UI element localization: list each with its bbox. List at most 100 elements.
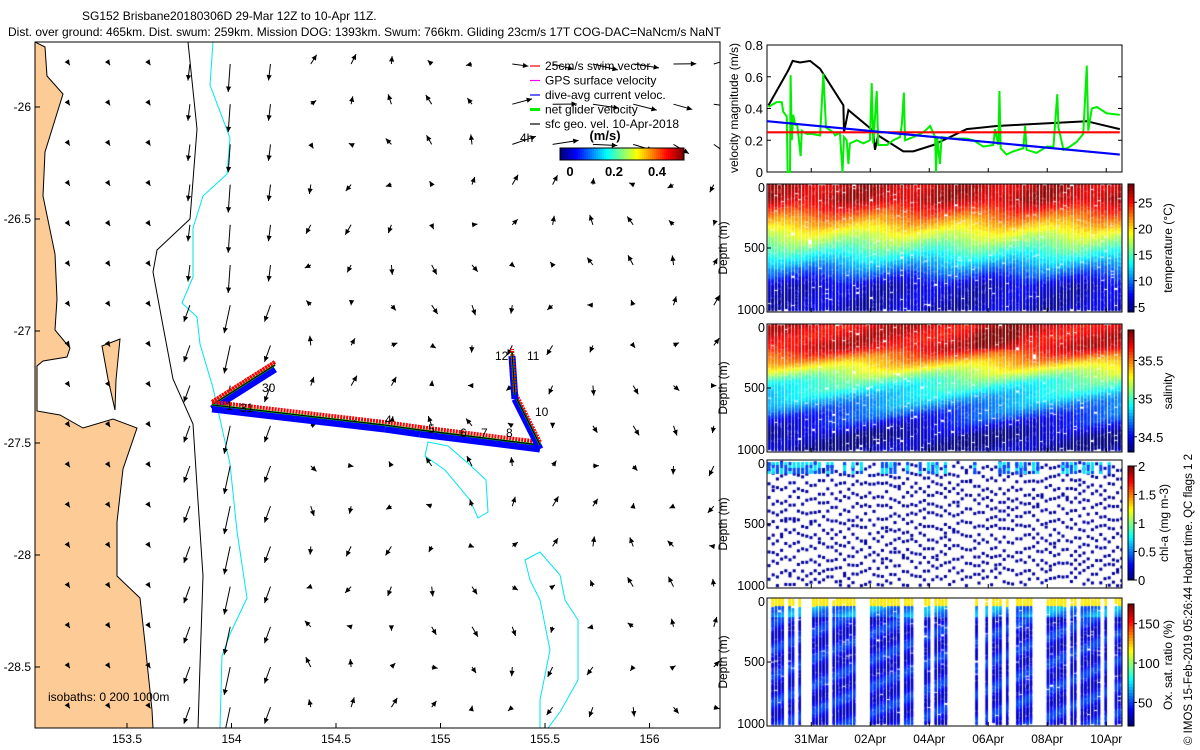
arrow-head: [709, 543, 716, 550]
colorbar-tick: 0.4: [648, 164, 667, 179]
colorbar-cell: [1128, 622, 1134, 626]
depth-tick-label: 0: [758, 181, 765, 195]
velocity-arrow: [185, 104, 192, 121]
velocity-arrow: [345, 546, 352, 557]
colorbar-tick-label: 25: [1138, 195, 1152, 210]
colorbar-cell: [1128, 232, 1134, 236]
colorbar-cell: [1128, 333, 1134, 337]
velocity-arrow: [629, 664, 636, 672]
arrow-head: [263, 476, 269, 483]
arrow-head: [64, 260, 70, 267]
velocity-arrow: [346, 624, 353, 630]
map-legend: 25cm/s swim vectorGPS surface velocitydi…: [530, 59, 679, 131]
velocity-panel: 0 0.2 0.4 0.6 0.8 velocity magnitude (m/s): [727, 38, 1123, 180]
velocity-arrow: [389, 56, 395, 65]
arrow-head: [611, 142, 618, 148]
arrow-head: [627, 622, 634, 629]
velocity-arrow: [348, 142, 355, 148]
velocity-arrow: [263, 425, 271, 443]
colorbar-cell: [1128, 228, 1134, 233]
colorbar-cell: [1128, 668, 1134, 672]
velocity-arrow: [431, 700, 437, 708]
lat-tick-label: -28: [14, 548, 32, 562]
velocity-arrow: [263, 305, 271, 322]
colorbar-cell: [636, 148, 639, 160]
velocity-arrow: [104, 99, 111, 106]
velocity-arrow: [305, 656, 312, 668]
lon-tick-label: 156: [639, 732, 659, 746]
arrow-head: [592, 426, 598, 433]
arrow-head: [64, 179, 70, 186]
velocity-arrow: [589, 580, 595, 587]
colorbar-label: Ox. sat. ratio (%): [1161, 620, 1175, 710]
velocity-arrow: [350, 53, 357, 65]
colorbar-cell: [1128, 251, 1134, 255]
colorbar-cell: [1128, 713, 1134, 718]
velocity-arrow: [391, 342, 398, 348]
colorbar-cell: [1128, 557, 1134, 561]
velocity-arrow: [263, 546, 271, 564]
colorbar-cell: [1128, 406, 1134, 410]
colorbar-cell: [1128, 565, 1134, 570]
arrow-head: [592, 498, 598, 505]
colorbar-cell: [680, 148, 683, 160]
velocity-arrow: [627, 576, 634, 587]
colorbar-cell: [580, 148, 583, 160]
velocity-arrow: [183, 707, 191, 724]
arrow-head: [183, 516, 189, 523]
arrow-head: [183, 396, 189, 403]
colorbar-cell: [1128, 372, 1134, 377]
velocity-arrow: [588, 214, 594, 225]
arrow-head: [145, 179, 151, 186]
arrow-head: [266, 275, 272, 282]
lon-tick-label: 155: [430, 732, 450, 746]
velocity-arrow: [588, 707, 594, 718]
section-panels: 05001000Depth (m)510152025temperature (°…: [716, 168, 1175, 746]
colorbar-cell: [1128, 716, 1134, 721]
colorbar-cell: [1128, 187, 1134, 191]
velocity-arrow: [627, 622, 634, 629]
colorbar-cell: [1128, 289, 1134, 294]
arrow-head: [389, 56, 395, 62]
velocity-arrow: [427, 59, 434, 66]
velocity-axes: [766, 44, 1123, 173]
velocity-arrow: [183, 586, 191, 604]
colorbar-cell: [1128, 348, 1134, 352]
colorbar-cell: [1128, 674, 1134, 678]
velocity-arrow: [630, 299, 636, 306]
velocity-arrow: [471, 264, 479, 273]
colorbar-cell: [676, 148, 679, 160]
arrow-head: [64, 380, 70, 387]
arrow-head: [185, 115, 192, 121]
depth-axis-label: Depth (m): [716, 635, 730, 688]
velocity-arrow: [670, 618, 676, 627]
arrow-head: [669, 503, 676, 509]
velocity-arrow: [145, 501, 151, 508]
arrow-head: [431, 664, 438, 670]
velocity-arrow: [547, 666, 554, 678]
colorbar-cell: [1128, 701, 1134, 706]
arrow-head: [145, 581, 151, 588]
velocity-arrow: [629, 341, 636, 349]
arrow-head: [185, 235, 192, 242]
colorbar-cell: [590, 148, 593, 160]
arrow-head: [306, 583, 313, 589]
velocity-arrow: [222, 465, 231, 495]
velocity-arrow: [713, 704, 720, 710]
arrow-head: [104, 179, 111, 186]
colorbar-cell: [1128, 375, 1134, 380]
colorbar-cell: [1128, 488, 1134, 493]
arrow-head: [225, 247, 232, 253]
colorbar-cell: [650, 148, 653, 160]
velocity-arrow: [266, 184, 272, 202]
arrow-head: [266, 114, 272, 121]
colorbar-cell: [1128, 244, 1134, 249]
velocity-arrow: [592, 498, 599, 507]
colorbar-cell: [654, 148, 657, 160]
colorbar-cell: [630, 148, 633, 160]
colorbar-cell: [1128, 649, 1134, 654]
colorbar-tick-label: 5: [1138, 300, 1145, 315]
arrow-head: [263, 396, 269, 403]
colorbar-cell: [670, 148, 673, 160]
colorbar-cell: [1128, 273, 1134, 278]
